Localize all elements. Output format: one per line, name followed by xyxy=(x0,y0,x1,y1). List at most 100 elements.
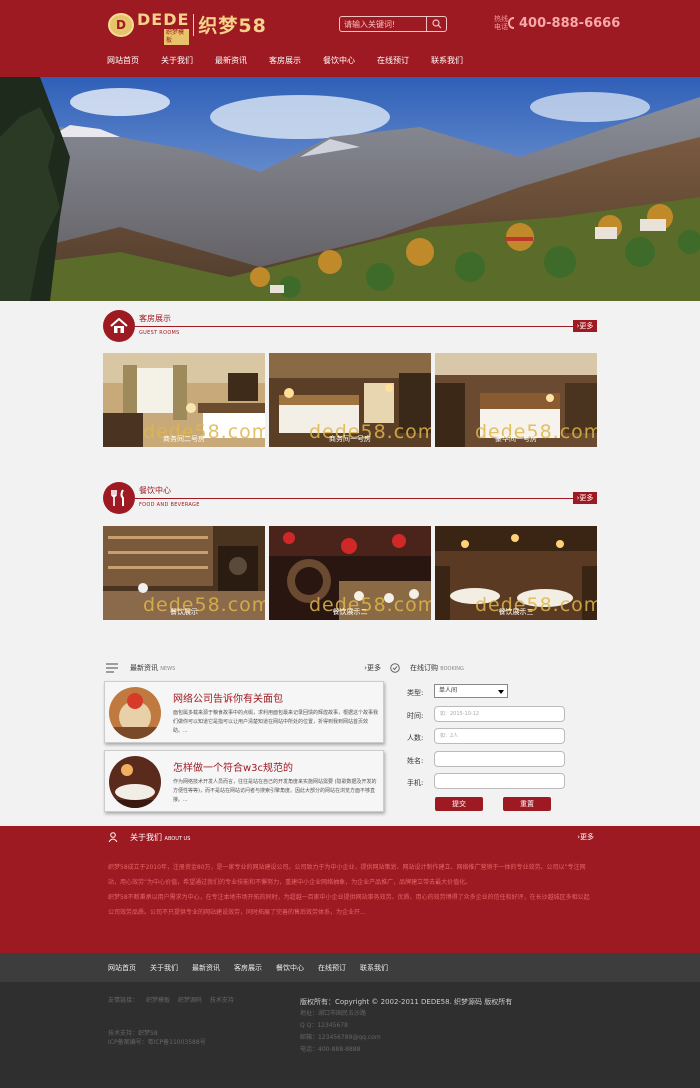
logo-en-text: DEDE xyxy=(137,9,190,29)
room-thumb[interactable]: dede58.com 商务间二号房 xyxy=(103,353,265,447)
about-para: 织梦58不断秉承以用户需求为中心，在专注本地市场开拓的同时，为超越一百家中小企业… xyxy=(108,894,590,916)
food-caption: 餐饮展示二 xyxy=(332,608,368,616)
news-item-title: 网络公司告诉你有关面包 xyxy=(173,694,283,705)
nav-item-food[interactable]: 餐饮中心 xyxy=(323,55,377,66)
support-text: 技术支持：织梦58 xyxy=(108,1030,158,1037)
news-item-desc: 面包属多载来源于粮食故事中的点缀，求利用面包最来记录回馈的辉煌故事，根据这个故事… xyxy=(173,710,379,734)
food-gallery: dede58.com 餐饮展示 dede58.com 餐饮展示二 dede58.… xyxy=(103,526,597,620)
food-more-link[interactable]: ›更多 xyxy=(573,492,597,504)
footer-nav: 网站首页 关于我们 最新资讯 客房展示 餐饮中心 在线预订 联系我们 xyxy=(0,953,700,982)
phone-input[interactable] xyxy=(434,773,565,789)
footer-nav-rooms[interactable]: 客房展示 xyxy=(234,963,262,973)
divider xyxy=(135,326,573,327)
logo-separator xyxy=(193,13,195,36)
date-input[interactable]: 如：2015-10-12 xyxy=(434,706,565,722)
rooms-subtitle: GUEST ROOMS xyxy=(139,330,180,336)
user-icon xyxy=(108,832,118,842)
rooms-gallery: dede58.com 商务间二号房 dede58.com 商务间一号房 dede… xyxy=(103,353,597,447)
food-subtitle: FOOD AND BEVERAGE xyxy=(139,502,200,508)
search-icon xyxy=(431,19,441,29)
news-header: 最新资讯 NEWS ›更多 xyxy=(106,661,381,675)
submit-button[interactable]: 提交 xyxy=(435,797,483,811)
room-thumb[interactable]: dede58.com 商务间一号房 xyxy=(269,353,431,447)
hotline-number: 400-888-6666 xyxy=(519,15,621,31)
footer-nav-booking[interactable]: 在线预订 xyxy=(318,963,346,973)
about-title: 关于我们 ABOUT US xyxy=(130,833,191,842)
room-type-select[interactable]: 单人间 xyxy=(434,684,508,698)
news-item[interactable]: 怎样做一个符合w3c规范的 作为网络技术开发人员而言，往往是站在自己的开发角度来… xyxy=(104,750,384,812)
logo-badge-icon: D xyxy=(108,12,134,37)
divider xyxy=(135,498,573,499)
search-button[interactable] xyxy=(426,17,446,31)
logo-sub-text: 织梦模板 xyxy=(164,28,190,45)
search-input[interactable] xyxy=(340,17,426,31)
name-input[interactable] xyxy=(434,751,565,767)
type-label: 类型: xyxy=(407,689,424,697)
guests-input[interactable]: 如：2人 xyxy=(434,728,565,744)
about-more-link[interactable]: ›更多 xyxy=(577,832,594,842)
news-item-desc: 作为网络技术开发人员而言，往往是站在自己的开发角度来实施网站需要 (隐歌数据及开… xyxy=(173,779,377,803)
room-caption: 商务间一号房 xyxy=(329,435,371,443)
search-box xyxy=(339,16,447,32)
room-caption: 商务间二号房 xyxy=(163,435,205,443)
footer-nav-food[interactable]: 餐饮中心 xyxy=(276,963,304,973)
news-item[interactable]: 网络公司告诉你有关面包 面包属多载来源于粮食故事中的点缀，求利用面包最来记录回馈… xyxy=(104,681,384,743)
about-para: 织梦58成立于2010年，注册资金80万，是一家专业的网站建设公司。公司致力于为… xyxy=(108,864,586,886)
qq: Q Q：12345678 xyxy=(300,1022,348,1029)
list-icon xyxy=(106,663,118,673)
friend-link[interactable]: 织梦模板 xyxy=(146,997,170,1004)
footer-links: 友情链接： 织梦模板 织梦源码 技术支持 技术支持：织梦58 ICP备案编号：粤… xyxy=(108,996,234,1047)
booking-title: 在线订购 BOOKING xyxy=(410,664,464,672)
copyright: 版权所有：Copyright © 2002-2011 DEDE58. 织梦源码 … xyxy=(300,998,513,1006)
food-thumb[interactable]: dede58.com 餐饮展示三 xyxy=(435,526,597,620)
rooms-section-header: 客房展示 GUEST ROOMS ›更多 xyxy=(103,310,597,342)
logo[interactable]: D DEDE 织梦模板 织梦58 xyxy=(108,9,267,45)
footer-contact: 版权所有：Copyright © 2002-2011 DEDE58. 织梦源码 … xyxy=(300,996,512,1056)
food-thumb[interactable]: dede58.com 餐饮展示 xyxy=(103,526,265,620)
site-header: D DEDE 织梦模板 织梦58 热线电话 400-888-6666 网站首页 … xyxy=(0,0,700,77)
friend-link[interactable]: 技术支持 xyxy=(210,997,234,1004)
footer-nav-about[interactable]: 关于我们 xyxy=(150,963,178,973)
hotline-label: 热线电话 xyxy=(494,15,508,31)
nav-item-news[interactable]: 最新资讯 xyxy=(215,55,269,66)
news-item-title: 怎样做一个符合w3c规范的 xyxy=(173,763,294,774)
fork-knife-icon xyxy=(103,482,135,514)
footer-nav-home[interactable]: 网站首页 xyxy=(108,963,136,973)
room-thumb[interactable]: dede58.com 豪华间一号房 xyxy=(435,353,597,447)
hero-banner xyxy=(0,77,700,301)
icp-text: ICP备案编号：粤ICP备11003588号 xyxy=(108,1039,206,1046)
mountain-landscape-image xyxy=(0,77,700,301)
rooms-more-link[interactable]: ›更多 xyxy=(573,320,597,332)
email: 邮箱：123456789@qq.com xyxy=(300,1034,381,1041)
address: 地址：湖口市国民五沙路 xyxy=(300,1010,367,1017)
booking-header: 在线订购 BOOKING xyxy=(390,661,590,675)
news-title: 最新资讯 NEWS xyxy=(130,664,176,672)
nav-item-about[interactable]: 关于我们 xyxy=(161,55,215,66)
footer-nav-news[interactable]: 最新资讯 xyxy=(192,963,220,973)
food-caption: 餐饮展示三 xyxy=(498,608,534,616)
chevron-down-icon xyxy=(498,690,504,694)
nav-item-contact[interactable]: 联系我们 xyxy=(431,55,485,66)
news-thumb xyxy=(109,687,161,739)
food-section-header: 餐饮中心 FOOD AND BEVERAGE ›更多 xyxy=(103,482,597,514)
date-label: 时间: xyxy=(407,712,424,720)
reset-button[interactable]: 重置 xyxy=(503,797,551,811)
nav-item-rooms[interactable]: 客房展示 xyxy=(269,55,323,66)
links-label: 友情链接： xyxy=(108,997,139,1004)
main-nav: 网站首页 关于我们 最新资讯 客房展示 餐饮中心 在线预订 联系我们 xyxy=(107,55,485,66)
news-more-link[interactable]: ›更多 xyxy=(364,663,381,673)
news-thumb xyxy=(109,756,161,808)
guests-label: 人数: xyxy=(407,734,424,742)
phone: 电话：400-888-8888 xyxy=(300,1046,361,1053)
nav-item-booking[interactable]: 在线预订 xyxy=(377,55,431,66)
footer-nav-contact[interactable]: 联系我们 xyxy=(360,963,388,973)
food-caption: 餐饮展示 xyxy=(170,608,198,616)
logo-cn-text: 织梦58 xyxy=(198,15,267,37)
about-section: 关于我们 ABOUT US ›更多 织梦58成立于2010年，注册资金80万，是… xyxy=(0,826,700,953)
nav-item-home[interactable]: 网站首页 xyxy=(107,55,161,66)
food-thumb[interactable]: dede58.com 餐饮展示二 xyxy=(269,526,431,620)
food-title: 餐饮中心 xyxy=(139,486,171,495)
rooms-title: 客房展示 xyxy=(139,314,171,323)
friend-link[interactable]: 织梦源码 xyxy=(178,997,202,1004)
hotline: 热线电话 400-888-6666 xyxy=(494,15,620,31)
